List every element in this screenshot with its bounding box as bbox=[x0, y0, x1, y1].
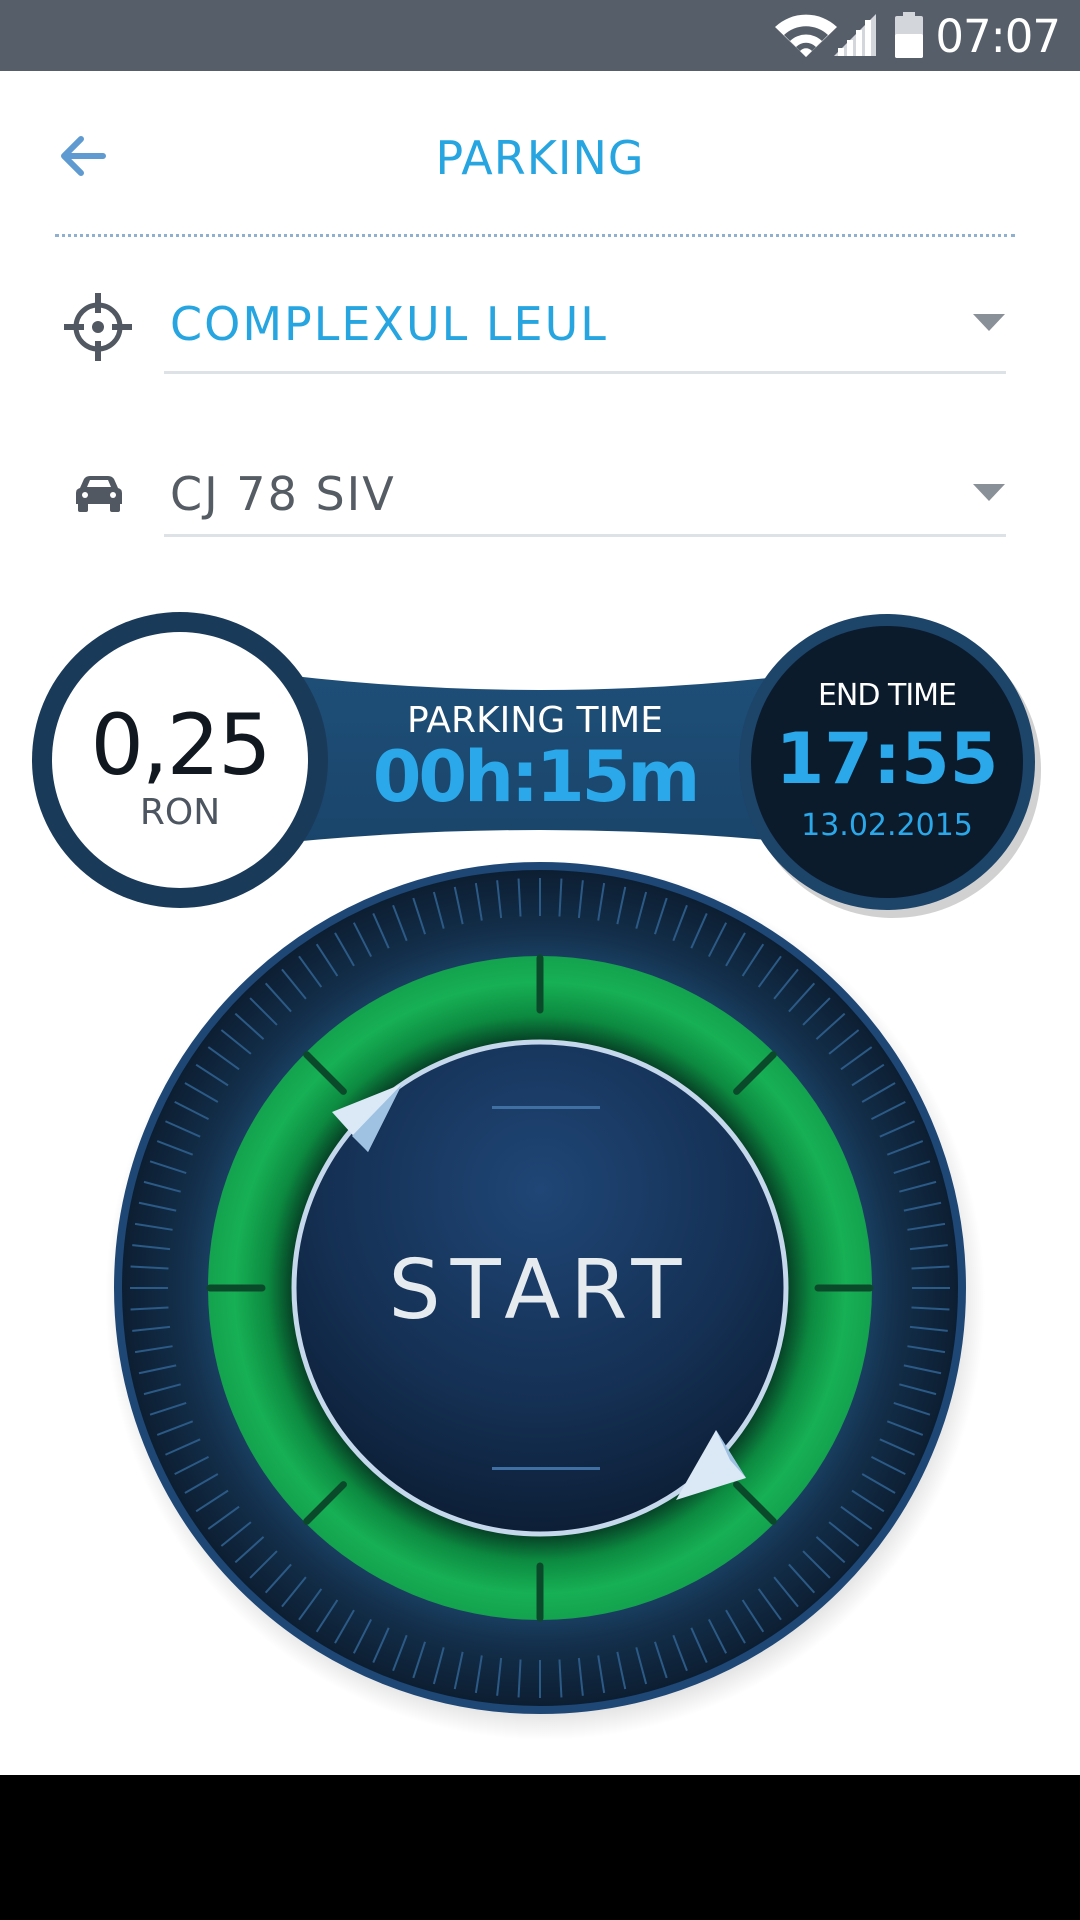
location-target-icon bbox=[64, 293, 132, 361]
vehicle-field: CJ 78 SIV bbox=[0, 438, 1080, 548]
navigation-bar bbox=[0, 1775, 1080, 1920]
cost-amount: 0,25 bbox=[90, 696, 271, 794]
parking-time-value: 00h:15m bbox=[372, 736, 701, 818]
header-divider bbox=[55, 234, 1015, 237]
car-icon bbox=[76, 476, 122, 512]
wifi-icon bbox=[775, 14, 837, 57]
status-time: 07:07 bbox=[935, 10, 1061, 63]
location-dropdown[interactable] bbox=[164, 278, 1006, 373]
cost-currency: RON bbox=[139, 792, 221, 833]
signal-icon bbox=[834, 14, 876, 56]
app-header: PARKING bbox=[0, 71, 1080, 236]
battery-icon bbox=[895, 12, 923, 58]
end-time-label: END TIME bbox=[817, 678, 957, 713]
end-time-date: 13.02.2015 bbox=[801, 808, 973, 843]
start-button[interactable] bbox=[296, 1040, 788, 1532]
parking-time-label: PARKING TIME bbox=[407, 700, 663, 741]
status-bar: 07:07 bbox=[0, 0, 1080, 71]
end-time-value: 17:55 bbox=[775, 718, 999, 800]
location-field: COMPLEXUL LEUL bbox=[0, 268, 1080, 378]
vehicle-dropdown[interactable] bbox=[164, 448, 1006, 538]
page-title: PARKING bbox=[435, 131, 645, 185]
